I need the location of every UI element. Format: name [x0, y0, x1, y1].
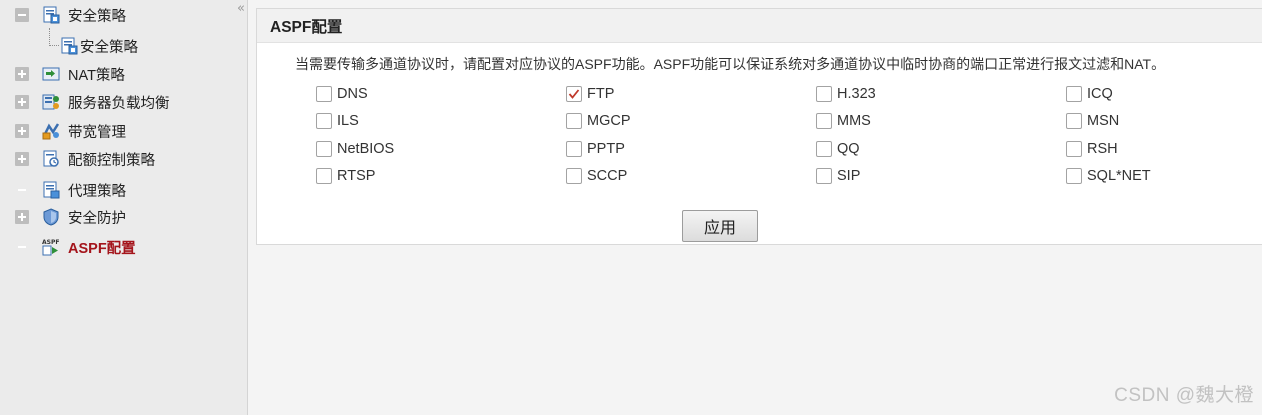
- sidebar-item-label: 配额控制策略: [68, 152, 155, 169]
- protocol-label: FTP: [587, 86, 615, 102]
- sidebar-item-security-policy[interactable]: 安全策略: [59, 34, 138, 58]
- sidebar-item-label: 带宽管理: [68, 124, 126, 141]
- protocol-option[interactable]: RTSP: [316, 166, 375, 186]
- protocol-label: RTSP: [337, 168, 376, 184]
- protocol-option[interactable]: SCCP: [566, 166, 627, 186]
- protocol-checkbox[interactable]: [316, 86, 332, 102]
- protocol-label: MSN: [1087, 113, 1120, 129]
- protocol-option[interactable]: QQ: [816, 139, 860, 159]
- sidebar-item-label: 安全策略: [80, 39, 138, 56]
- expand-icon[interactable]: [15, 152, 29, 166]
- sidebar-item-label: 代理策略: [68, 183, 126, 200]
- protocol-label: ICQ: [1087, 86, 1113, 102]
- protocol-checkbox[interactable]: [816, 168, 832, 184]
- protocol-option[interactable]: ICQ: [1066, 84, 1113, 104]
- sidebar-item-security-protection[interactable]: 安全防护: [15, 205, 126, 229]
- protocol-checkbox[interactable]: [1066, 113, 1082, 129]
- sidebar-item-label: NAT策略: [68, 67, 125, 84]
- expand-icon[interactable]: [15, 210, 29, 224]
- protocol-label: PPTP: [587, 141, 625, 157]
- expand-icon[interactable]: [15, 95, 29, 109]
- collapse-sidebar-icon[interactable]: «: [234, 2, 248, 16]
- protocol-label: NetBIOS: [337, 141, 395, 157]
- protocol-label: SQL*NET: [1087, 168, 1151, 184]
- sidebar-item-proxy-policy[interactable]: 代理策略: [15, 178, 126, 202]
- protocol-checkbox[interactable]: [566, 113, 582, 129]
- protocol-checkbox[interactable]: [1066, 86, 1082, 102]
- sidebar-item-label: 服务器负载均衡: [68, 95, 170, 112]
- protocol-option[interactable]: RSH: [1066, 139, 1118, 159]
- sidebar-item-nat-policy[interactable]: NAT策略: [15, 62, 125, 86]
- svg-text:ASPF: ASPF: [42, 239, 59, 246]
- protocol-option[interactable]: SQL*NET: [1066, 166, 1151, 186]
- sidebar-nav: « 安全策略 安全策略 NAT策略 服务器负载均衡 带宽管理 配额控制策略 代理…: [0, 0, 248, 415]
- aspf-config-panel: ASPF配置 当需要传输多通道协议时，请配置对应协议的ASPF功能。ASPF功能…: [256, 8, 1262, 245]
- protocol-label: RSH: [1087, 141, 1118, 157]
- sidebar-item-label: 安全防护: [68, 210, 126, 227]
- protocol-option[interactable]: DNS: [316, 84, 368, 104]
- protocol-option[interactable]: ILS: [316, 111, 359, 131]
- protocol-label: SIP: [837, 168, 861, 184]
- bandwidth-management-icon: [42, 123, 60, 140]
- protocol-checkbox[interactable]: [316, 141, 332, 157]
- sidebar-item-quota-control[interactable]: 配额控制策略: [15, 147, 155, 171]
- sidebar-item-security-policy-group[interactable]: 安全策略: [15, 3, 126, 27]
- protocol-option[interactable]: PPTP: [566, 139, 625, 159]
- security-policy-icon: [61, 37, 78, 55]
- tree-connector: [49, 28, 59, 46]
- check-icon: [568, 89, 580, 99]
- sidebar-item-label: 安全策略: [68, 8, 126, 25]
- protocol-checkbox[interactable]: [566, 86, 582, 102]
- aspf-icon: ASPF: [42, 239, 59, 256]
- nat-policy-icon: [42, 67, 60, 81]
- sidebar-item-label: ASPF配置: [68, 240, 136, 257]
- panel-title: ASPF配置: [257, 9, 1262, 43]
- protocol-checkbox[interactable]: [566, 141, 582, 157]
- protocol-label: DNS: [337, 86, 368, 102]
- expand-icon[interactable]: [15, 67, 29, 81]
- protocol-checkbox[interactable]: [1066, 168, 1082, 184]
- collapse-icon[interactable]: [15, 8, 29, 22]
- security-policy-icon: [43, 6, 60, 24]
- protocol-option[interactable]: NetBIOS: [316, 139, 394, 159]
- protocol-label: ILS: [337, 113, 359, 129]
- sidebar-item-aspf-config[interactable]: ASPF ASPF配置: [15, 235, 136, 259]
- server-load-balance-icon: [42, 94, 59, 110]
- protocol-checkbox[interactable]: [316, 168, 332, 184]
- proxy-policy-icon: [43, 181, 60, 199]
- sidebar-item-server-load-balance[interactable]: 服务器负载均衡: [15, 90, 170, 114]
- protocol-label: H.323: [837, 86, 876, 102]
- protocol-option[interactable]: MMS: [816, 111, 871, 131]
- shield-icon: [43, 208, 59, 226]
- protocol-checkbox[interactable]: [566, 168, 582, 184]
- protocol-checkbox[interactable]: [816, 141, 832, 157]
- protocol-label: MMS: [837, 113, 871, 129]
- apply-button[interactable]: 应用: [682, 210, 758, 242]
- protocol-checkbox[interactable]: [316, 113, 332, 129]
- quota-control-icon: [43, 150, 59, 167]
- watermark: CSDN @魏大橙: [1114, 385, 1254, 406]
- protocol-option[interactable]: MSN: [1066, 111, 1119, 131]
- protocol-checkbox[interactable]: [816, 86, 832, 102]
- protocol-checkbox[interactable]: [816, 113, 832, 129]
- protocol-option[interactable]: FTP: [566, 84, 614, 104]
- sidebar-item-bandwidth-management[interactable]: 带宽管理: [15, 119, 126, 143]
- protocol-option[interactable]: H.323: [816, 84, 876, 104]
- protocol-option[interactable]: SIP: [816, 166, 860, 186]
- protocol-checkbox[interactable]: [1066, 141, 1082, 157]
- protocol-option[interactable]: MGCP: [566, 111, 631, 131]
- protocol-label: SCCP: [587, 168, 628, 184]
- panel-description: 当需要传输多通道协议时，请配置对应协议的ASPF功能。ASPF功能可以保证系统对…: [295, 56, 1166, 72]
- protocol-label: MGCP: [587, 113, 631, 129]
- expand-icon[interactable]: [15, 124, 29, 138]
- protocol-label: QQ: [837, 141, 860, 157]
